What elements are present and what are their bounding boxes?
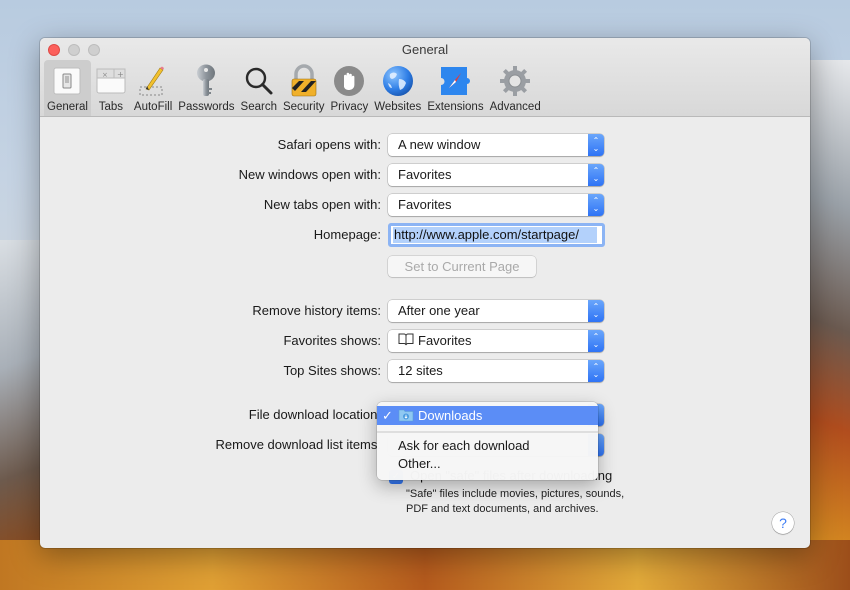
chevron-updown-icon: ⌃⌄: [588, 330, 604, 352]
safari-opens-with-row: Safari opens with: A new window ⌃ ⌄: [40, 134, 810, 156]
remove-history-label: Remove history items:: [252, 303, 381, 318]
new-tabs-popup[interactable]: Favorites ⌃ ⌄: [388, 194, 604, 216]
tab-websites[interactable]: Websites: [371, 60, 424, 116]
set-current-row: Set to Current Page: [40, 256, 810, 278]
chevron-updown-icon: ⌃⌄: [588, 134, 604, 156]
tab-label: Privacy: [330, 101, 369, 113]
download-location-menu: ✓ Downloads Ask for each download Other.…: [377, 402, 598, 480]
tab-search[interactable]: Search: [238, 60, 280, 116]
favorites-shows-row: Favorites shows: Favorites ⌃ ⌄: [40, 330, 810, 352]
globe-icon: [381, 64, 415, 98]
popup-value: Favorites: [398, 167, 452, 182]
popup-value: After one year: [398, 303, 480, 318]
chevron-updown-icon: ⌃⌄: [588, 164, 604, 186]
tab-label: Advanced: [489, 101, 541, 113]
safe-files-note: "Safe" files include movies, pictures, s…: [406, 488, 625, 515]
tab-label: AutoFill: [133, 101, 173, 113]
homepage-value: http://www.apple.com/startpage/: [394, 227, 579, 242]
new-windows-label: New windows open with:: [238, 167, 381, 182]
download-location-label: File download location:: [248, 407, 381, 422]
puzzle-compass-icon: [438, 64, 472, 98]
chevron-updown-icon: ⌃⌄: [588, 300, 604, 322]
homepage-label: Homepage:: [313, 227, 381, 242]
homepage-row: Homepage: http://www.apple.com/startpage…: [40, 223, 810, 247]
tabs-icon: × +: [94, 64, 128, 98]
menu-item-downloads[interactable]: ✓ Downloads: [377, 406, 598, 425]
safari-opens-with-label: Safari opens with:: [277, 137, 381, 152]
set-to-current-page-button[interactable]: Set to Current Page: [388, 256, 536, 277]
favorites-shows-label: Favorites shows:: [283, 333, 381, 348]
top-sites-row: Top Sites shows: 12 sites ⌃ ⌄: [40, 360, 810, 382]
checkmark-icon: ✓: [382, 408, 393, 423]
general-pane: Safari opens with: A new window ⌃ ⌄ New w…: [40, 117, 810, 548]
hand-icon: [332, 64, 366, 98]
new-tabs-row: New tabs open with: Favorites ⌃ ⌄: [40, 194, 810, 216]
top-sites-label: Top Sites shows:: [283, 363, 381, 378]
new-tabs-label: New tabs open with:: [263, 197, 381, 212]
window-title: General: [401, 42, 449, 57]
menu-item-label: Downloads: [418, 408, 483, 423]
tab-label: Passwords: [178, 101, 235, 113]
popup-value-wrap: Favorites: [398, 333, 471, 348]
tab-autofill[interactable]: AutoFill: [131, 60, 175, 116]
desktop-wallpaper-right: [805, 60, 850, 540]
menu-item-other[interactable]: Other...: [377, 454, 598, 473]
svg-text:+: +: [117, 70, 124, 79]
tab-label: Search: [240, 101, 277, 113]
top-sites-popup[interactable]: 12 sites ⌃ ⌄: [388, 360, 604, 382]
homepage-input[interactable]: http://www.apple.com/startpage/: [388, 223, 605, 247]
gear-icon: [498, 64, 532, 98]
preferences-toolbar: General × + Tabs AutoFill Passwords Sear…: [44, 60, 544, 116]
menu-item-ask-each[interactable]: Ask for each download: [377, 436, 598, 455]
key-icon: [189, 64, 223, 98]
tab-passwords[interactable]: Passwords: [175, 60, 237, 116]
magnifier-icon: [242, 64, 276, 98]
menu-item-label: Other...: [398, 456, 441, 471]
general-switch-icon: [50, 64, 84, 98]
tab-extensions[interactable]: Extensions: [424, 60, 486, 116]
pencil-icon: [136, 64, 170, 98]
safari-opens-with-popup[interactable]: A new window ⌃ ⌄: [388, 134, 604, 156]
popup-value: Favorites: [398, 197, 452, 212]
downloads-folder-icon: [398, 409, 414, 422]
tab-label: Tabs: [98, 101, 124, 113]
remove-history-popup[interactable]: After one year ⌃ ⌄: [388, 300, 604, 322]
popup-value: Favorites: [418, 333, 472, 348]
menu-item-label: Ask for each download: [398, 438, 530, 453]
tab-security[interactable]: Security: [280, 60, 328, 116]
remove-download-label: Remove download list items:: [215, 437, 381, 452]
tab-tabs[interactable]: × + Tabs: [91, 60, 131, 116]
help-button[interactable]: ?: [772, 512, 794, 534]
remove-history-row: Remove history items: After one year ⌃ ⌄: [40, 300, 810, 322]
tab-label: Websites: [374, 101, 422, 113]
titlebar: General General × + Tabs AutoFill Passwo…: [40, 38, 810, 117]
chevron-updown-icon: ⌃⌄: [588, 194, 604, 216]
padlock-icon: [287, 64, 321, 98]
tab-advanced[interactable]: Advanced: [487, 60, 544, 116]
chevron-updown-icon: ⌃⌄: [588, 360, 604, 382]
tab-general[interactable]: General: [44, 60, 91, 116]
popup-value: A new window: [398, 137, 481, 152]
popup-value: 12 sites: [398, 363, 443, 378]
new-windows-row: New windows open with: Favorites ⌃ ⌄: [40, 164, 810, 186]
tab-privacy[interactable]: Privacy: [328, 60, 372, 116]
new-windows-popup[interactable]: Favorites ⌃ ⌄: [388, 164, 604, 186]
tab-label: General: [47, 101, 88, 113]
menu-separator: [377, 431, 598, 433]
tab-label: Extensions: [427, 101, 484, 113]
book-icon: [398, 333, 414, 346]
preferences-window: General General × + Tabs AutoFill Passwo…: [40, 38, 810, 548]
svg-text:×: ×: [102, 71, 108, 79]
favorites-shows-popup[interactable]: Favorites ⌃ ⌄: [388, 330, 604, 352]
tab-label: Security: [282, 101, 325, 113]
